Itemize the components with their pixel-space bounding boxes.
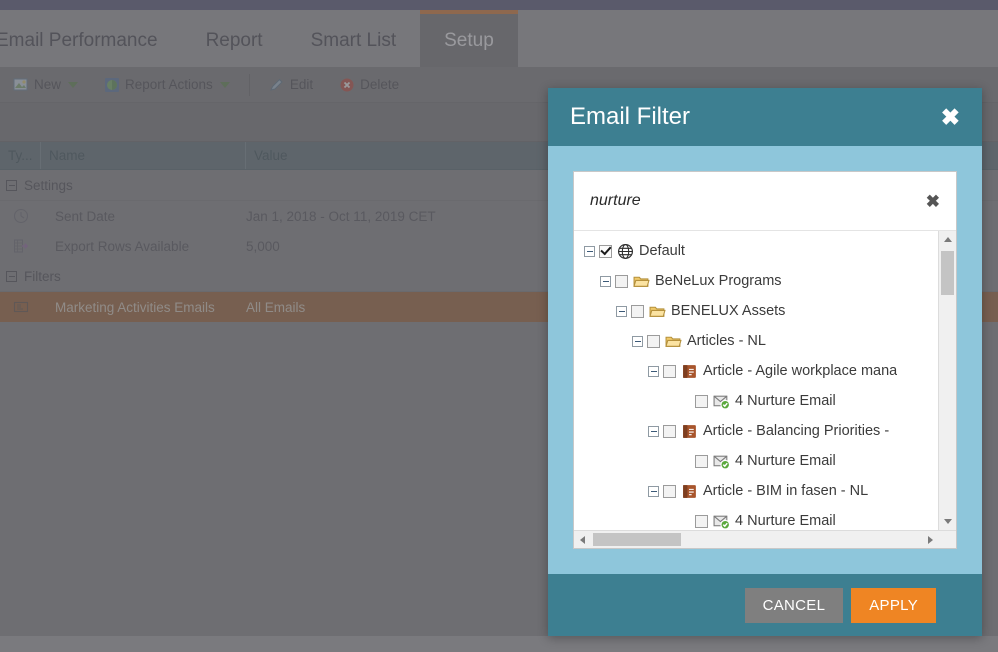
collapse-icon[interactable] (584, 245, 595, 257)
tree-node[interactable]: Article - BIM in fasen - NL (574, 476, 938, 506)
tree-node-label: BENELUX Assets (671, 303, 786, 319)
expander-placeholder (680, 456, 691, 467)
collapse-icon[interactable] (648, 425, 659, 437)
scroll-right-button[interactable] (922, 535, 939, 544)
globe-icon (618, 243, 633, 259)
scroll-down-button[interactable] (939, 513, 956, 530)
tree-scroll-region: Default BeNeLux Programs BENELUX Assets … (574, 230, 956, 530)
email-filter-dialog: Email Filter ✖ ✖ (548, 88, 982, 636)
tree-node[interactable]: BENELUX Assets (574, 296, 938, 326)
article-icon (683, 424, 696, 438)
filter-panel: ✖ Default (573, 171, 957, 549)
node-checkbox[interactable] (695, 394, 708, 408)
triangle-left-icon (580, 535, 585, 544)
node-checkbox[interactable] (695, 514, 708, 528)
expander-placeholder (680, 396, 691, 407)
tree-node[interactable]: BeNeLux Programs (574, 266, 938, 296)
dialog-footer: CANCEL APPLY (548, 574, 982, 636)
article-icon (683, 364, 696, 378)
collapse-icon[interactable] (648, 365, 659, 377)
close-icon[interactable]: ✖ (941, 105, 960, 129)
tree-node-label: Article - Agile workplace mana (703, 363, 898, 379)
dialog-body: ✖ Default (548, 146, 982, 574)
tree-node[interactable]: Default (574, 236, 938, 266)
triangle-right-icon (928, 535, 933, 544)
tree-horizontal-scrollbar[interactable] (574, 530, 956, 548)
tree-node-label: Articles - NL (687, 333, 766, 349)
collapse-icon[interactable] (616, 305, 627, 317)
tree-view: Default BeNeLux Programs BENELUX Assets … (574, 231, 938, 530)
tree-node-label: Article - Balancing Priorities - (703, 423, 890, 439)
tree-node[interactable]: 4 Nurture Email (574, 506, 938, 530)
folder-icon (633, 276, 650, 287)
node-checkbox[interactable] (663, 424, 676, 438)
cancel-button[interactable]: CANCEL (744, 587, 844, 623)
collapse-icon[interactable] (600, 275, 611, 287)
tree-node[interactable]: 4 Nurture Email (574, 386, 938, 416)
scroll-left-button[interactable] (574, 535, 591, 544)
node-checkbox[interactable] (695, 454, 708, 468)
triangle-down-icon (943, 519, 952, 524)
scroll-up-button[interactable] (939, 231, 956, 248)
email-check-icon (713, 455, 730, 469)
node-checkbox[interactable] (599, 244, 612, 258)
collapse-icon[interactable] (648, 485, 659, 497)
tree-node-label: 4 Nurture Email (735, 393, 836, 409)
tree-node[interactable]: Articles - NL (574, 326, 938, 356)
dialog-title: Email Filter (570, 103, 691, 130)
triangle-up-icon (943, 237, 952, 242)
tree-node-label: 4 Nurture Email (735, 513, 836, 529)
vertical-scroll-thumb[interactable] (941, 251, 954, 295)
tree-node-label: Article - BIM in fasen - NL (703, 483, 869, 499)
collapse-icon[interactable] (632, 335, 643, 347)
node-checkbox[interactable] (647, 334, 660, 348)
search-row: ✖ (574, 172, 956, 230)
horizontal-scroll-track[interactable] (591, 531, 922, 548)
folder-icon (649, 306, 666, 317)
expander-placeholder (680, 516, 691, 527)
node-checkbox[interactable] (663, 484, 676, 498)
tree-node-label: 4 Nurture Email (735, 453, 836, 469)
node-checkbox[interactable] (663, 364, 676, 378)
clear-search-icon[interactable]: ✖ (926, 193, 940, 210)
tree-vertical-scrollbar[interactable] (938, 231, 956, 530)
search-input[interactable] (590, 192, 840, 210)
tree-node-label: Default (639, 243, 685, 259)
tree-node-label: BeNeLux Programs (655, 273, 782, 289)
email-check-icon (713, 395, 730, 409)
folder-icon (665, 336, 682, 347)
node-checkbox[interactable] (615, 274, 628, 288)
apply-button[interactable]: APPLY (851, 587, 936, 623)
article-icon (683, 484, 696, 498)
dialog-header: Email Filter ✖ (548, 88, 982, 146)
tree-node[interactable]: Article - Balancing Priorities - (574, 416, 938, 446)
tree-node[interactable]: 4 Nurture Email (574, 446, 938, 476)
node-checkbox[interactable] (631, 304, 644, 318)
tree-node[interactable]: Article - Agile workplace mana (574, 356, 938, 386)
email-check-icon (713, 515, 730, 529)
horizontal-scroll-thumb[interactable] (593, 533, 681, 546)
